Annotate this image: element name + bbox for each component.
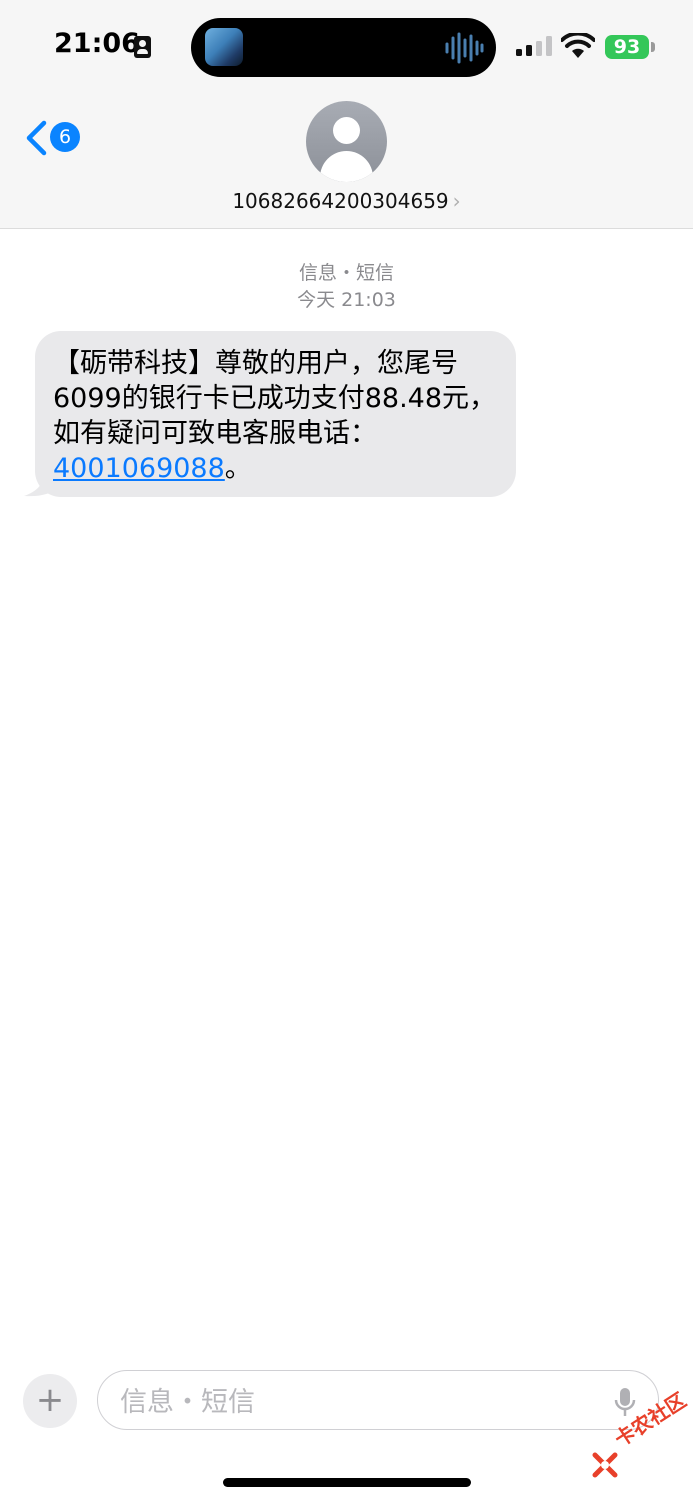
home-indicator[interactable] (223, 1478, 471, 1487)
chevron-left-icon (26, 120, 47, 156)
wifi-icon (561, 33, 595, 58)
battery-nub (651, 42, 655, 52)
service-label: 信息・短信 (298, 262, 394, 284)
cellular-signal-icon (516, 36, 552, 56)
dynamic-island[interactable] (191, 18, 496, 77)
message-compose-field[interactable] (97, 1370, 659, 1430)
phone-number-link[interactable]: 4001069088 (53, 453, 225, 484)
contact-card-icon (134, 36, 151, 58)
contact-name[interactable]: 10682664200304659 › (0, 189, 693, 213)
status-time: 21:06 (54, 28, 140, 59)
message-text: 【砺带科技】尊敬的用户，您尾号6099的银行卡已成功支付88.48元，如有疑问可… (53, 348, 497, 449)
contact-avatar[interactable] (306, 101, 387, 182)
battery-icon: 93 (605, 35, 649, 59)
message-suffix: 。 (224, 453, 252, 484)
watermark: 卡农社区 (590, 1388, 690, 1482)
watermark-logo-icon (592, 1452, 618, 1478)
apps-plus-button[interactable]: + (23, 1374, 77, 1428)
message-input[interactable] (118, 1383, 592, 1421)
unread-count-badge: 6 (50, 122, 80, 152)
person-icon (333, 117, 360, 144)
now-playing-album-art[interactable] (205, 28, 243, 66)
message-bubble[interactable]: 【砺带科技】尊敬的用户，您尾号6099的银行卡已成功支付88.48元，如有疑问可… (35, 331, 516, 497)
contact-number[interactable]: 10682664200304659 (232, 189, 448, 213)
message-timestamp: 今天 21:03 (297, 289, 396, 311)
back-button[interactable]: 6 (24, 118, 82, 158)
navigation-header: 21:06 93 6 10682664200304659 › (0, 0, 693, 229)
chevron-right-icon: › (452, 189, 461, 213)
audio-waveform-icon (445, 32, 484, 64)
